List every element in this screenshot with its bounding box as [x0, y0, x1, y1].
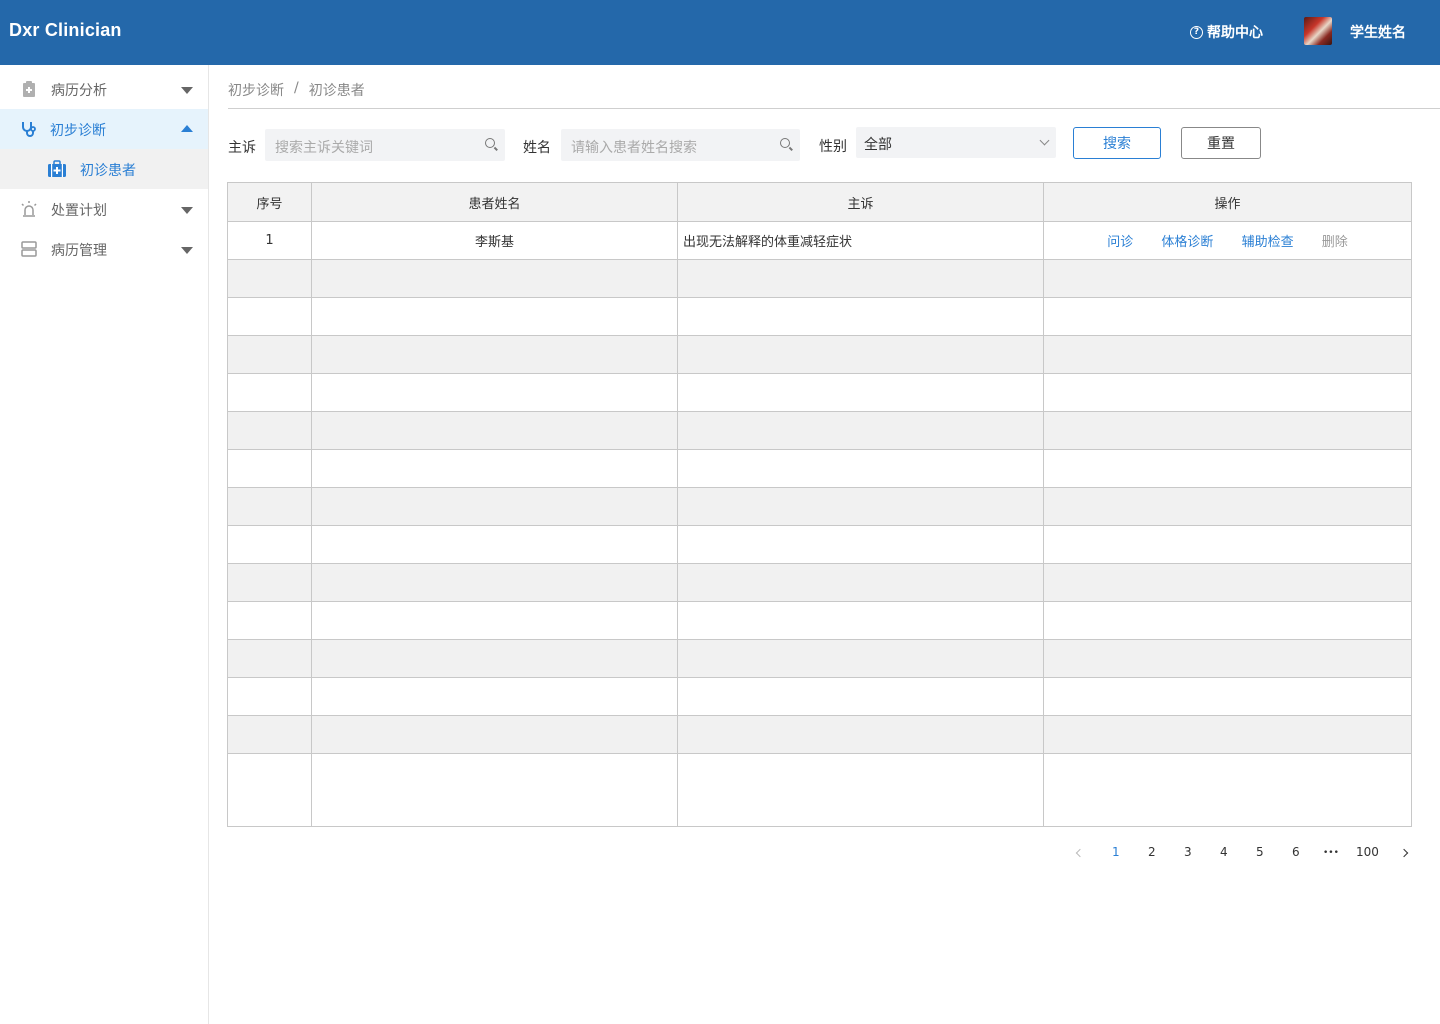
- sidebar: 病历分析 初步诊断 初诊患者 处置计划 病历管理: [0, 65, 209, 1024]
- sidebar-item-record-management[interactable]: 病历管理: [0, 229, 208, 269]
- medical-kit-icon: [48, 160, 66, 177]
- empty-table-row: [227, 715, 1412, 754]
- complaint-search-input[interactable]: 搜索主诉关键词: [265, 129, 505, 161]
- gender-select[interactable]: 全部: [856, 127, 1056, 158]
- breadcrumb: 初步诊断 / 初诊患者: [228, 80, 365, 100]
- search-button[interactable]: 搜索: [1073, 127, 1161, 159]
- gender-selected-value: 全部: [864, 137, 892, 153]
- complaint-placeholder: 搜索主诉关键词: [275, 140, 373, 156]
- cell-actions: 问诊 体格诊断 辅助检查 删除: [1043, 221, 1412, 260]
- alarm-light-icon: [21, 201, 37, 217]
- server-icon: [21, 241, 37, 257]
- empty-table-row: [227, 259, 1412, 298]
- page-4[interactable]: 4: [1220, 845, 1228, 859]
- column-header-complaint: 主诉: [677, 182, 1044, 222]
- column-header-index: 序号: [227, 182, 312, 222]
- sidebar-item-preliminary-diagnosis[interactable]: 初步诊断: [0, 109, 208, 149]
- empty-table-row: [227, 525, 1412, 564]
- pagination-ellipsis[interactable]: •••: [1323, 848, 1339, 858]
- empty-table-row: [227, 487, 1412, 526]
- page-6[interactable]: 6: [1292, 845, 1300, 859]
- help-center-link[interactable]: ? 帮助中心: [1190, 22, 1263, 42]
- top-header: Dxr Clinician ? 帮助中心 学生姓名: [0, 0, 1440, 65]
- next-page-icon[interactable]: [1399, 848, 1409, 858]
- breadcrumb-item-current: 初诊患者: [308, 83, 365, 99]
- delete-link[interactable]: 删除: [1322, 231, 1348, 250]
- empty-table-row: [227, 601, 1412, 640]
- page-3[interactable]: 3: [1184, 845, 1192, 859]
- sidebar-item-label: 处置计划: [51, 203, 107, 219]
- column-header-actions: 操作: [1043, 182, 1412, 222]
- empty-table-row: [227, 639, 1412, 678]
- page-2[interactable]: 2: [1148, 845, 1156, 859]
- caret-down-icon: [181, 87, 193, 94]
- empty-table-row: [227, 677, 1412, 716]
- physical-exam-link[interactable]: 体格诊断: [1161, 231, 1213, 250]
- reset-button[interactable]: 重置: [1181, 127, 1261, 159]
- avatar[interactable]: [1304, 17, 1332, 45]
- name-label: 姓名: [523, 140, 551, 156]
- empty-table-row: [227, 563, 1412, 602]
- gender-label: 性别: [819, 139, 847, 155]
- sidebar-item-label: 初步诊断: [50, 123, 106, 139]
- name-placeholder: 请输入患者姓名搜索: [571, 140, 697, 156]
- stethoscope-icon: [22, 122, 36, 137]
- complaint-label: 主诉: [228, 140, 256, 156]
- app-logo[interactable]: Dxr Clinician: [9, 20, 122, 41]
- search-icon[interactable]: [485, 138, 495, 148]
- sidebar-item-label: 病历管理: [51, 243, 107, 259]
- patient-table: 序号 患者姓名 主诉 操作 1 李斯基 出现无法解释的体重减轻症状 问诊 体格诊…: [227, 182, 1412, 827]
- prev-page-icon[interactable]: [1075, 848, 1085, 858]
- column-header-name: 患者姓名: [311, 182, 678, 222]
- table-header-row: 序号 患者姓名 主诉 操作: [227, 182, 1412, 222]
- sidebar-item-treatment-plan[interactable]: 处置计划: [0, 189, 208, 229]
- page-1[interactable]: 1: [1112, 845, 1120, 859]
- sidebar-subitem-label: 初诊患者: [80, 163, 136, 179]
- sidebar-item-initial-patients[interactable]: 初诊患者: [0, 149, 208, 189]
- empty-table-row: [227, 411, 1412, 450]
- name-search-input[interactable]: 请输入患者姓名搜索: [561, 129, 800, 161]
- empty-table-row: [227, 753, 1412, 827]
- sidebar-item-case-analysis[interactable]: 病历分析: [0, 69, 208, 109]
- empty-table-row: [227, 335, 1412, 374]
- empty-table-row: [227, 449, 1412, 488]
- cell-complaint: 出现无法解释的体重减轻症状: [677, 221, 1044, 260]
- question-circle-icon: ?: [1190, 25, 1203, 39]
- consult-link[interactable]: 问诊: [1107, 231, 1133, 250]
- auxiliary-exam-link[interactable]: 辅助检查: [1242, 231, 1294, 250]
- breadcrumb-separator: /: [294, 80, 299, 96]
- caret-down-icon: [181, 247, 193, 254]
- sidebar-item-label: 病历分析: [51, 83, 107, 99]
- empty-table-row: [227, 297, 1412, 336]
- divider: [228, 108, 1440, 109]
- page-last[interactable]: 100: [1356, 845, 1379, 859]
- caret-up-icon: [181, 125, 193, 132]
- empty-table-row: [227, 373, 1412, 412]
- clipboard-medical-icon: [23, 81, 35, 97]
- search-icon[interactable]: [780, 138, 790, 148]
- username[interactable]: 学生姓名: [1350, 22, 1406, 42]
- page-5[interactable]: 5: [1256, 845, 1264, 859]
- chevron-down-icon: [1039, 135, 1050, 146]
- cell-patient-name: 李斯基: [311, 221, 678, 260]
- help-center-label: 帮助中心: [1207, 25, 1263, 41]
- table-row: 1 李斯基 出现无法解释的体重减轻症状 问诊 体格诊断 辅助检查 删除: [227, 221, 1412, 260]
- breadcrumb-item[interactable]: 初步诊断: [228, 80, 284, 100]
- cell-index: 1: [227, 221, 312, 260]
- caret-down-icon: [181, 207, 193, 214]
